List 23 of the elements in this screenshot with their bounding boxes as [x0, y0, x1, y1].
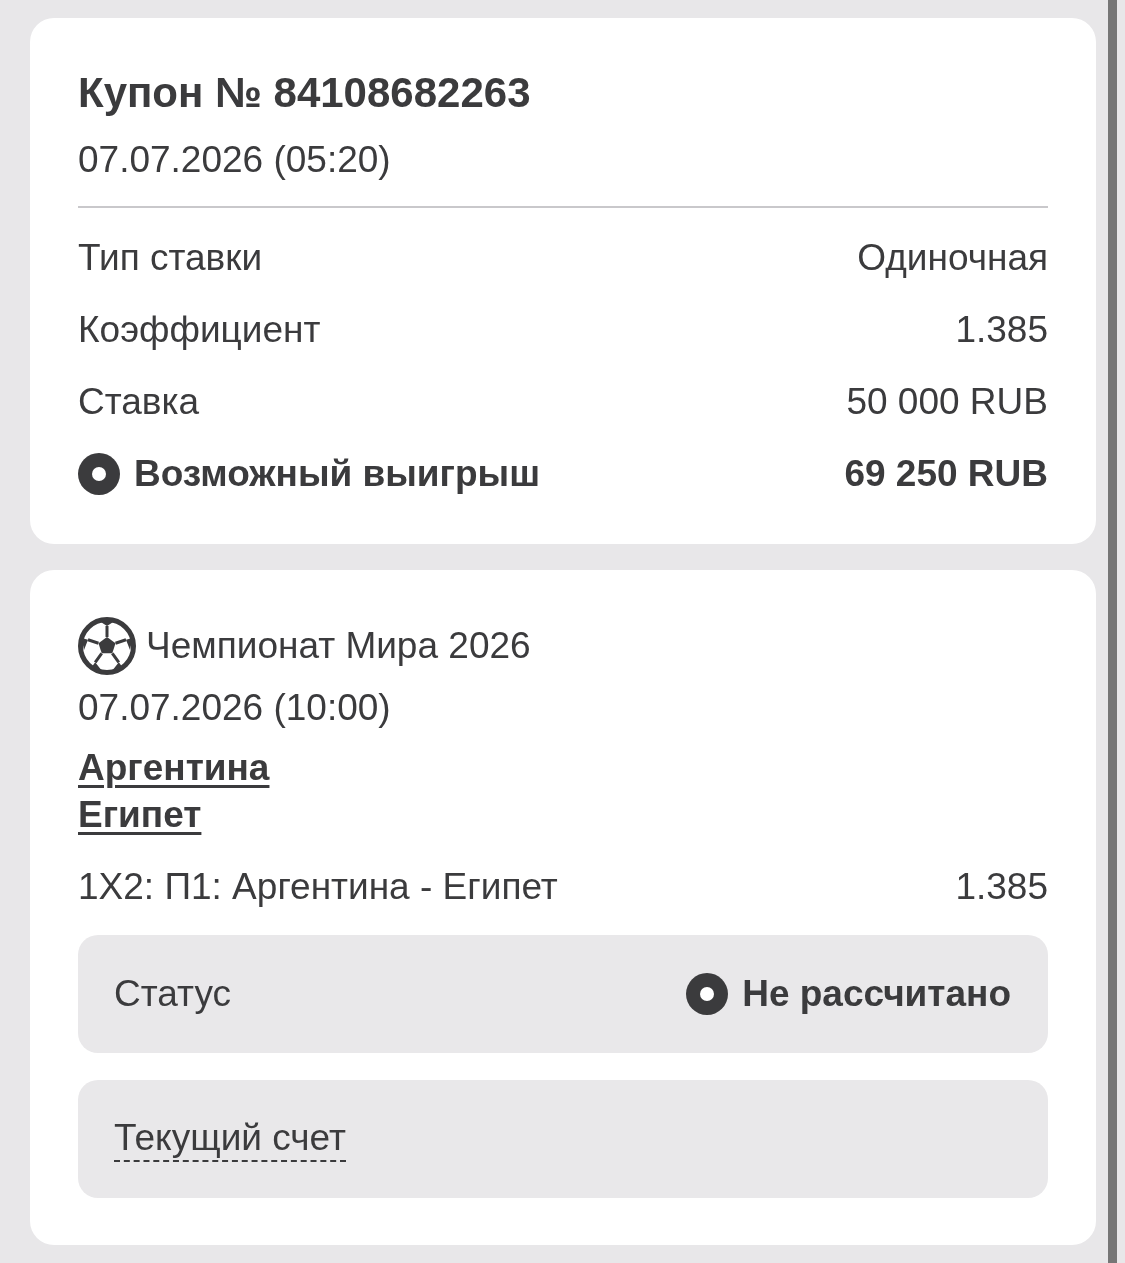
dot-icon	[686, 973, 729, 1015]
market-name: 1X2: П1: Аргентина - Египет	[78, 865, 558, 910]
status-value: Не рассчитано	[742, 972, 1011, 1017]
soccer-ball-icon	[78, 617, 136, 675]
row-label: Коэффициент	[78, 308, 321, 353]
row-label: Ставка	[78, 380, 200, 425]
event-date: 07.07.2026 (10:00)	[78, 686, 392, 731]
coupon-title: Купон № 84108682263	[78, 68, 532, 118]
status-label: Статус	[114, 972, 231, 1017]
dot-icon	[78, 453, 120, 495]
team-link[interactable]: Аргентина	[78, 744, 270, 791]
current-score-link[interactable]: Текущий счет	[114, 1116, 346, 1162]
row-value: 1.385	[955, 308, 1048, 353]
team-link[interactable]: Египет	[78, 791, 202, 838]
row-value: 50 000 RUB	[846, 380, 1048, 425]
coupon-date: 07.07.2026 (05:20)	[78, 138, 392, 182]
row-value: 69 250 RUB	[844, 452, 1048, 497]
league-name: Чемпионат Мира 2026	[146, 624, 531, 669]
market-odds: 1.385	[955, 865, 1048, 910]
scrollbar[interactable]	[1108, 0, 1117, 1263]
row-label: Возможный выигрыш	[134, 452, 541, 497]
row-value: Одиночная	[857, 236, 1048, 281]
row-label: Тип ставки	[78, 236, 263, 281]
